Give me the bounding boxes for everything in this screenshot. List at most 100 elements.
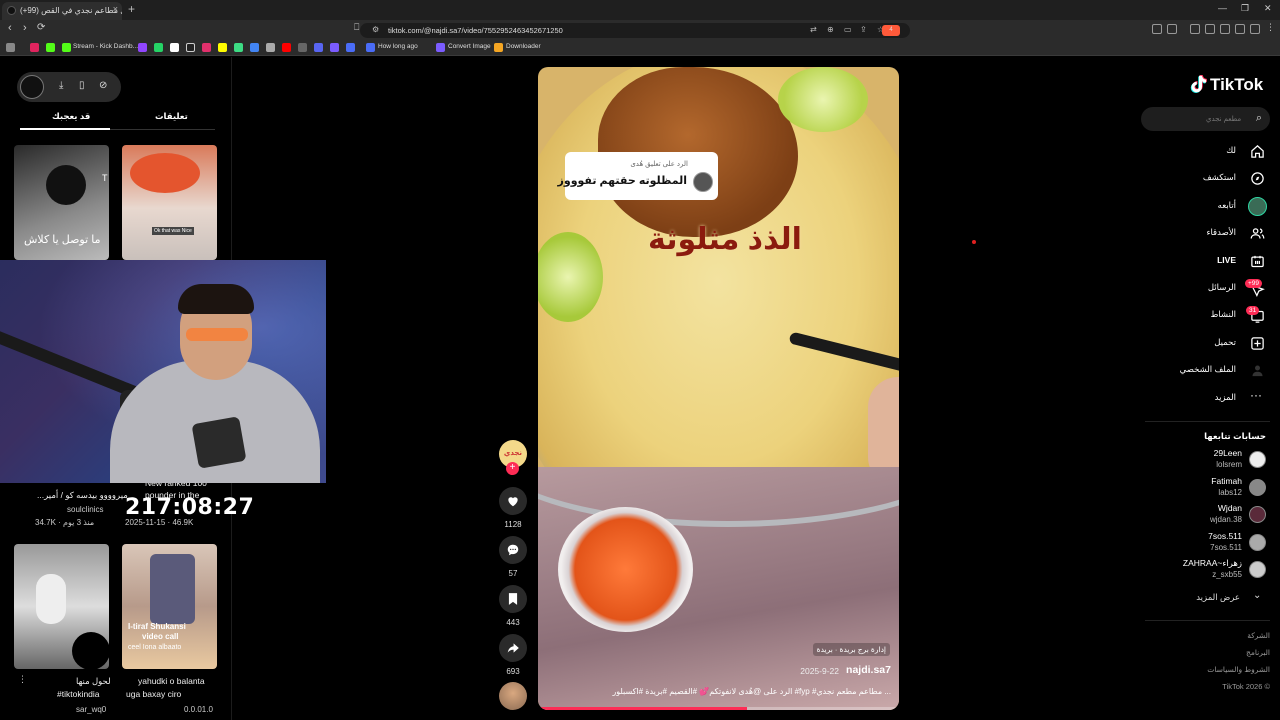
forward-icon[interactable]: › xyxy=(23,22,27,34)
card-title[interactable]: yahudki o balanta xyxy=(138,676,205,686)
phone-icon[interactable]: ▯ xyxy=(79,80,85,91)
video-username[interactable]: najdi.sa7 xyxy=(846,664,891,676)
discord-icon[interactable] xyxy=(314,43,323,52)
save-button[interactable] xyxy=(499,585,527,613)
reload-icon[interactable]: ⟳ xyxy=(37,22,45,33)
extension-icon-2[interactable] xyxy=(1167,24,1177,34)
following-username[interactable]: 7sos.511 xyxy=(1210,543,1242,552)
card-title[interactable]: ...ميروووو بيدسه كو / أمير xyxy=(37,490,128,501)
following-username[interactable]: lolsrem xyxy=(1216,460,1242,469)
show-more-link[interactable]: عرض المزيد xyxy=(1196,592,1240,603)
footer-program[interactable]: البرنامج xyxy=(1246,648,1270,657)
account-icon[interactable] xyxy=(1250,24,1260,34)
browser-tab[interactable]: (+99) أفضل مطاعم نجدي في القص × xyxy=(2,2,122,20)
following-username[interactable]: wjdan.38 xyxy=(1210,515,1242,524)
chevron-down-icon[interactable]: ⌄ xyxy=(1253,590,1261,601)
following-name[interactable]: Fatimah xyxy=(1211,476,1242,486)
share-icon[interactable]: ⇪ xyxy=(860,25,867,34)
apps-icon[interactable] xyxy=(6,43,15,52)
nav-profile[interactable]: الملف الشخصي xyxy=(1180,364,1236,375)
following-name[interactable]: Wjdan xyxy=(1218,503,1242,513)
video-player[interactable]: الرد على تعليق هُدى المظلوته حقتهم تفووو… xyxy=(538,67,899,710)
comment-reply-bubble[interactable]: الرد على تعليق هُدى المظلوته حقتهم تفووو… xyxy=(558,152,718,200)
avatar[interactable] xyxy=(1249,506,1266,523)
how-long-ago-icon[interactable] xyxy=(366,43,375,52)
nav-for-you[interactable]: لك xyxy=(1226,145,1236,156)
video-thumbnail[interactable]: T ما توصل يا كلاش xyxy=(14,145,109,260)
bookmark-icon-2[interactable] xyxy=(266,43,275,52)
new-tab-button[interactable]: + xyxy=(128,2,135,16)
footer-company[interactable]: الشركة xyxy=(1247,631,1270,640)
nav-friends[interactable]: الأصدقاء xyxy=(1206,227,1236,238)
minimize-icon[interactable]: — xyxy=(1218,3,1227,13)
compass-icon[interactable] xyxy=(1250,171,1265,186)
convert-image-icon[interactable] xyxy=(436,43,445,52)
following-username[interactable]: labs12 xyxy=(1218,488,1242,497)
footer-terms[interactable]: الشروط والسياسات xyxy=(1207,665,1270,674)
profile-icon[interactable] xyxy=(1250,363,1265,378)
kick-dashboard-icon[interactable] xyxy=(62,43,71,52)
tab-you-may-like[interactable]: قد يعجبك xyxy=(52,111,90,122)
tiktok-logo[interactable]: TikTok xyxy=(1190,74,1270,96)
live-icon[interactable] xyxy=(1250,254,1265,269)
comment-button[interactable] xyxy=(499,536,527,564)
site-info-icon[interactable]: ⚙ xyxy=(372,25,379,34)
video-thumbnail[interactable] xyxy=(14,544,109,669)
x-icon[interactable] xyxy=(170,43,179,52)
translate-bookmark-icon[interactable] xyxy=(250,43,259,52)
nav-activity[interactable]: النشاط xyxy=(1210,309,1236,320)
video-progress-bar[interactable] xyxy=(538,707,899,710)
ai-icon[interactable] xyxy=(1235,24,1245,34)
twitch-icon[interactable] xyxy=(138,43,147,52)
card-hashtag[interactable]: #tiktokindia xyxy=(57,689,100,699)
nav-following[interactable]: أتابعه xyxy=(1218,200,1236,211)
bookmark-icon-4[interactable] xyxy=(330,43,339,52)
card-subtitle[interactable]: uga baxay ciro xyxy=(126,689,181,699)
follow-plus-icon[interactable]: + xyxy=(506,462,519,475)
android-icon[interactable] xyxy=(234,43,243,52)
following-icon[interactable] xyxy=(1248,197,1267,216)
bookmark-icon-5[interactable] xyxy=(346,43,355,52)
card-title[interactable]: لحول منها xyxy=(76,676,111,687)
media-icon[interactable] xyxy=(1190,24,1200,34)
menu-icon[interactable]: ⋮ xyxy=(1266,22,1275,33)
following-name[interactable]: ZAHRAA~زهراء xyxy=(1183,558,1242,569)
address-bar[interactable]: ⚙ tiktok.com/@najdi.sa7/video/7552952463… xyxy=(360,23,910,38)
video-thumbnail[interactable]: I-tiraf Shukansi video call ceel Iona al… xyxy=(122,544,217,669)
friends-icon[interactable] xyxy=(1250,226,1265,241)
tab-close-icon[interactable]: × xyxy=(113,4,118,14)
like-button[interactable] xyxy=(499,487,527,515)
instagram-icon[interactable] xyxy=(202,43,211,52)
avatar[interactable] xyxy=(1249,561,1266,578)
following-name[interactable]: 29Leen xyxy=(1214,448,1242,458)
avatar[interactable] xyxy=(1249,479,1266,496)
zoom-icon[interactable]: ⊕ xyxy=(827,25,834,34)
tiktok-icon[interactable] xyxy=(186,43,195,52)
more-options-icon[interactable]: ⋮ xyxy=(18,674,27,685)
home-icon[interactable] xyxy=(1250,144,1265,159)
snapchat-icon[interactable] xyxy=(218,43,227,52)
nav-more[interactable]: المزيد xyxy=(1215,392,1236,403)
history-icon[interactable] xyxy=(1220,24,1230,34)
card-author[interactable]: soulclinics xyxy=(67,505,103,514)
cast-icon[interactable]: ▭ xyxy=(844,25,852,34)
download-icon[interactable]: ⤓ xyxy=(59,80,63,91)
back-icon[interactable]: ‹ xyxy=(8,22,12,34)
extension-icon-1[interactable] xyxy=(1152,24,1162,34)
nav-live[interactable]: LIVE xyxy=(1217,255,1236,265)
maximize-icon[interactable]: ❐ xyxy=(1241,3,1249,14)
kick-icon[interactable] xyxy=(46,43,55,52)
avatar[interactable] xyxy=(1249,451,1266,468)
nav-messages[interactable]: الرسائل xyxy=(1208,282,1236,293)
card-user[interactable]: sar_wq0 xyxy=(76,705,106,714)
share-button[interactable] xyxy=(499,634,527,662)
window-close-icon[interactable]: ✕ xyxy=(1264,3,1272,14)
music-disc-avatar[interactable] xyxy=(499,682,527,710)
following-name[interactable]: 7sos.511 xyxy=(1208,531,1242,541)
nav-explore[interactable]: استكشف xyxy=(1203,172,1236,183)
bookmark-convert-image[interactable]: Convert Image xyxy=(448,43,491,50)
translate-icon[interactable]: ⇄ xyxy=(810,25,817,34)
downloader-icon[interactable] xyxy=(494,43,503,52)
following-username[interactable]: z_sxb55 xyxy=(1212,570,1242,579)
avatar[interactable] xyxy=(1249,534,1266,551)
